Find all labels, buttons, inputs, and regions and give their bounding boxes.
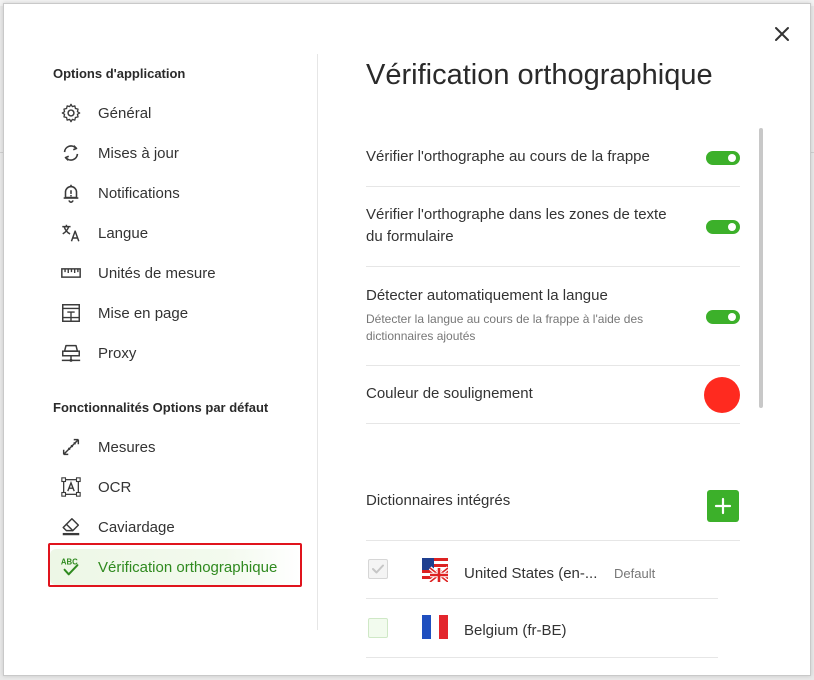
sidebar-item-general[interactable]: Général (50, 95, 300, 131)
section-heading-feature-defaults: Fonctionnalités Options par défaut (53, 400, 269, 415)
bell-icon (60, 182, 82, 204)
sidebar-item-spellcheck[interactable]: ABC Vérification orthographique (50, 549, 300, 585)
sidebar-item-label: Mise en page (98, 304, 189, 322)
sidebar-item-notifications[interactable]: Notifications (50, 175, 300, 211)
plus-icon (714, 497, 732, 515)
setting-row-underline-color: Couleur de soulignement (366, 366, 740, 424)
ocr-icon (60, 476, 82, 498)
setting-label: Couleur de soulignement (366, 385, 533, 402)
sidebar-item-ocr[interactable]: OCR (50, 469, 300, 505)
close-button[interactable] (770, 22, 794, 46)
sidebar: Options d'application Général Mises à jo… (4, 4, 318, 675)
dictionary-row: Belgium (fr-BE) (366, 600, 718, 658)
sidebar-item-label: OCR (98, 478, 132, 496)
ruler-icon (60, 262, 82, 284)
sidebar-divider (317, 54, 318, 630)
setting-label: Vérifier l'orthographe dans les zones de… (366, 206, 667, 245)
close-icon (775, 27, 789, 41)
sidebar-item-language[interactable]: Langue (50, 215, 300, 251)
checkmark-icon (372, 564, 384, 574)
sidebar-item-label: Unités de mesure (98, 264, 216, 282)
underline-color-swatch[interactable] (704, 377, 740, 413)
sidebar-item-label: Langue (98, 224, 149, 242)
sidebar-item-redaction[interactable]: Caviardage (50, 509, 300, 545)
spellcheck-icon: ABC (60, 556, 82, 578)
toggle-check-while-typing[interactable] (706, 151, 740, 165)
fr-flag-icon (422, 615, 448, 639)
dictionary-row: United States (en-... Default (366, 541, 718, 599)
toggle-auto-detect-language[interactable] (706, 310, 740, 324)
gear-icon (60, 102, 82, 124)
sidebar-item-label: Vérification orthographique (98, 558, 278, 576)
setting-label: Détecter automatiquement la langue (366, 287, 608, 304)
dictionary-name: Belgium (fr-BE) (464, 622, 567, 639)
dictionary-checkbox[interactable] (368, 618, 388, 638)
eraser-icon (60, 516, 82, 538)
translate-icon (60, 222, 82, 244)
dictionary-name: United States (en-... (464, 565, 598, 582)
add-dictionary-button[interactable] (707, 490, 739, 522)
dictionary-checkbox[interactable] (368, 559, 388, 579)
dictionaries-heading: Dictionnaires intégrés (366, 492, 511, 509)
sidebar-item-updates[interactable]: Mises à jour (50, 135, 300, 171)
settings-dialog: Options d'application Général Mises à jo… (3, 3, 811, 676)
measure-icon (60, 436, 82, 458)
sidebar-item-label: Proxy (98, 344, 137, 362)
sidebar-item-label: Mesures (98, 438, 156, 456)
sidebar-item-measures[interactable]: Mesures (50, 429, 300, 465)
section-heading-app-options: Options d'application (53, 66, 186, 81)
setting-description: Détecter la langue au cours de la frappe… (366, 312, 644, 343)
us-flag-icon (422, 558, 448, 582)
sidebar-item-label: Mises à jour (98, 144, 179, 162)
sidebar-item-page-layout[interactable]: Mise en page (50, 295, 300, 331)
setting-row-auto-detect-language: Détecter automatiquement la langue Détec… (366, 267, 740, 366)
sidebar-item-proxy[interactable]: Proxy (50, 335, 300, 371)
layout-icon (60, 302, 82, 324)
page-title: Vérification orthographique (366, 59, 713, 91)
sidebar-item-label: Notifications (98, 184, 180, 202)
scrollbar-thumb[interactable] (759, 128, 763, 408)
setting-row-check-form-fields: Vérifier l'orthographe dans les zones de… (366, 187, 740, 267)
refresh-icon (60, 142, 82, 164)
network-icon (60, 342, 82, 364)
setting-label: Vérifier l'orthographe au cours de la fr… (366, 148, 650, 165)
sidebar-item-label: Caviardage (98, 518, 175, 536)
toggle-check-form-fields[interactable] (706, 220, 740, 234)
svg-text:ABC: ABC (61, 557, 78, 566)
sidebar-item-label: Général (98, 104, 152, 122)
default-badge: Default (614, 566, 656, 581)
sidebar-item-measurement-units[interactable]: Unités de mesure (50, 255, 300, 291)
setting-row-check-while-typing: Vérifier l'orthographe au cours de la fr… (366, 135, 740, 187)
